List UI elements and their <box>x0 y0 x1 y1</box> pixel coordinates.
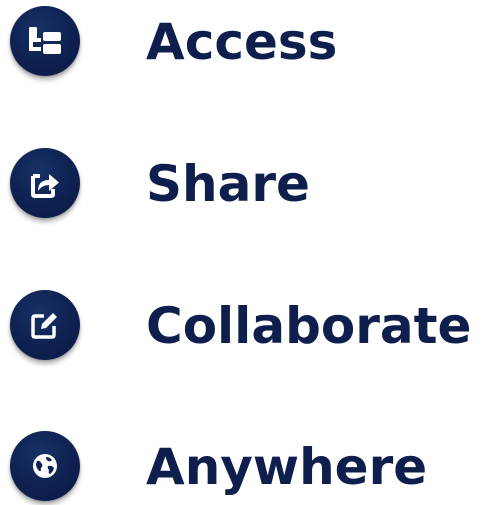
sitemap-icon <box>10 6 80 76</box>
feature-collaborate: Collaborate <box>0 284 482 364</box>
feature-label: Collaborate <box>146 297 472 355</box>
feature-label: Share <box>146 155 310 213</box>
feature-label: Access <box>146 13 338 71</box>
share-icon <box>10 148 80 218</box>
feature-anywhere: Anywhere <box>0 425 482 505</box>
globe-icon <box>10 431 80 501</box>
edit-icon <box>10 290 80 360</box>
feature-access: Access <box>0 0 482 80</box>
feature-list: Access Share Collaborate Anywhere <box>0 0 482 505</box>
feature-label: Anywhere <box>146 438 428 496</box>
feature-share: Share <box>0 142 482 222</box>
